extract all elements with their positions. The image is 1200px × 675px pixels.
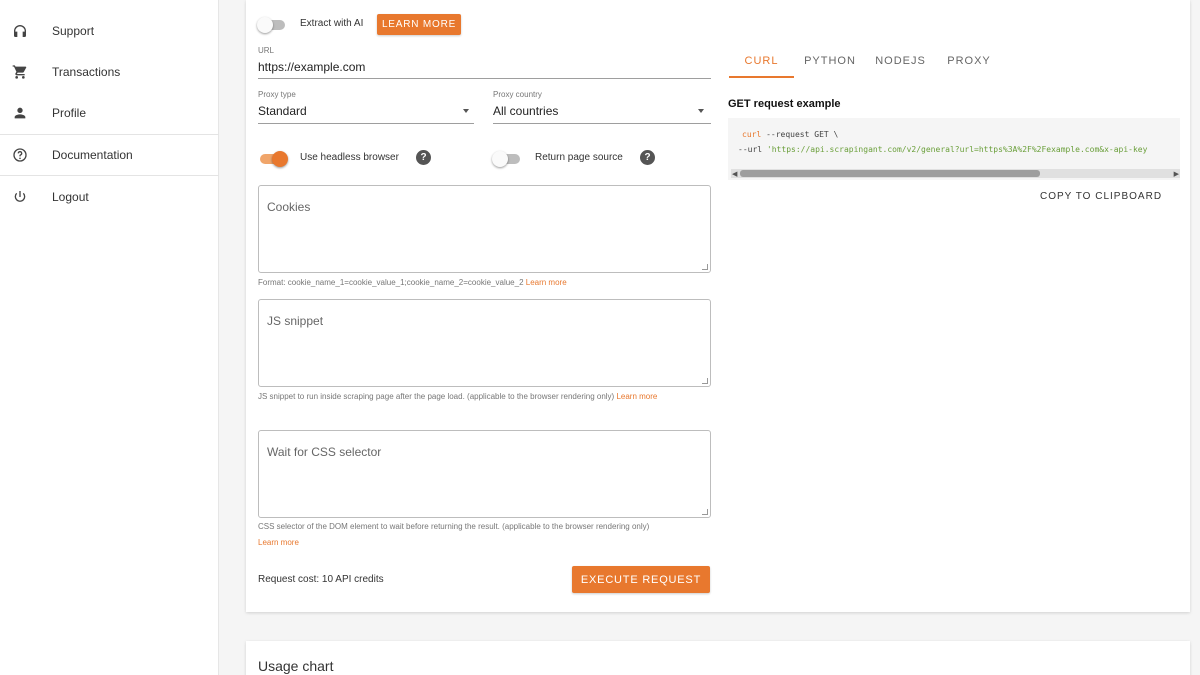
- resize-handle[interactable]: [702, 509, 708, 515]
- sidebar-item-documentation[interactable]: Documentation: [0, 135, 219, 175]
- sidebar-item-label: Logout: [52, 190, 89, 204]
- help-icon[interactable]: ?: [416, 150, 431, 165]
- learn-more-link[interactable]: Learn more: [258, 538, 299, 547]
- url-underline: [258, 78, 711, 79]
- code-scrollbar[interactable]: ◀ ▶: [731, 169, 1180, 178]
- sidebar-item-label: Profile: [52, 106, 87, 120]
- sidebar-item-transactions[interactable]: Transactions: [0, 52, 219, 92]
- proxy-type-label: Proxy type: [258, 90, 296, 99]
- proxy-type-select[interactable]: Standard: [258, 104, 307, 118]
- sidebar-item-support[interactable]: Support: [0, 11, 219, 51]
- execute-request-button[interactable]: EXECUTE REQUEST: [572, 566, 710, 593]
- code-line-1: curl --request GET \: [742, 130, 839, 139]
- chevron-down-icon[interactable]: [463, 109, 469, 113]
- proxy-country-label: Proxy country: [493, 90, 542, 99]
- divider: [0, 175, 219, 176]
- return-source-label: Return page source: [535, 152, 623, 163]
- return-source-toggle[interactable]: [492, 151, 520, 167]
- sidebar: Support Transactions Profile Documentati…: [0, 0, 219, 675]
- proxy-country-select[interactable]: All countries: [493, 104, 558, 118]
- code-line-2: --url 'https://api.scrapingant.com/v2/ge…: [738, 145, 1148, 154]
- tab-nodejs[interactable]: NODEJS: [868, 53, 933, 79]
- proxy-country-underline: [493, 123, 711, 124]
- cookies-hint: Format: cookie_name_1=cookie_value_1;coo…: [258, 278, 567, 287]
- chevron-down-icon[interactable]: [698, 109, 704, 113]
- proxy-type-underline: [258, 123, 474, 124]
- cookies-placeholder: Cookies: [267, 200, 311, 214]
- css-selector-hint: CSS selector of the DOM element to wait …: [258, 522, 650, 547]
- headless-browser-toggle[interactable]: [258, 151, 288, 167]
- scroll-thumb[interactable]: [740, 170, 1040, 177]
- sidebar-item-label: Documentation: [52, 148, 133, 162]
- copy-to-clipboard-button[interactable]: COPY TO CLIPBOARD: [1040, 191, 1162, 202]
- person-icon: [11, 104, 29, 122]
- css-selector-textarea[interactable]: Wait for CSS selector: [258, 430, 711, 518]
- active-tab-indicator: [729, 76, 794, 78]
- tab-proxy[interactable]: PROXY: [940, 53, 998, 79]
- sidebar-item-profile[interactable]: Profile: [0, 93, 219, 133]
- js-snippet-textarea[interactable]: JS snippet: [258, 299, 711, 387]
- url-input[interactable]: https://example.com: [258, 60, 365, 74]
- power-icon: [11, 188, 29, 206]
- extract-ai-label: Extract with AI: [300, 18, 364, 29]
- css-selector-placeholder: Wait for CSS selector: [267, 445, 382, 459]
- code-title: GET request example: [728, 98, 841, 110]
- scroll-right-icon[interactable]: ▶: [1174, 170, 1179, 178]
- usage-chart-card: Usage chart: [246, 641, 1190, 675]
- url-label: URL: [258, 46, 275, 55]
- request-cost: Request cost: 10 API credits: [258, 574, 384, 585]
- sidebar-item-logout[interactable]: Logout: [0, 177, 219, 217]
- learn-more-link[interactable]: Learn more: [526, 278, 567, 287]
- js-snippet-hint: JS snippet to run inside scraping page a…: [258, 392, 658, 401]
- help-circle-icon: [11, 146, 29, 164]
- tab-python[interactable]: PYTHON: [800, 53, 860, 79]
- headphones-icon: [11, 22, 29, 40]
- headless-browser-label: Use headless browser: [300, 152, 399, 163]
- resize-handle[interactable]: [702, 264, 708, 270]
- scroll-left-icon[interactable]: ◀: [732, 170, 737, 178]
- help-icon[interactable]: ?: [640, 150, 655, 165]
- sidebar-item-label: Transactions: [52, 65, 121, 79]
- usage-chart-title: Usage chart: [258, 658, 334, 674]
- extract-ai-toggle[interactable]: [257, 17, 285, 33]
- cookies-textarea[interactable]: Cookies: [258, 185, 711, 273]
- learn-more-button[interactable]: LEARN MORE: [377, 14, 461, 35]
- cart-icon: [11, 63, 29, 81]
- resize-handle[interactable]: [702, 378, 708, 384]
- learn-more-link[interactable]: Learn more: [616, 392, 657, 401]
- js-snippet-placeholder: JS snippet: [267, 314, 324, 328]
- sidebar-item-label: Support: [52, 24, 95, 38]
